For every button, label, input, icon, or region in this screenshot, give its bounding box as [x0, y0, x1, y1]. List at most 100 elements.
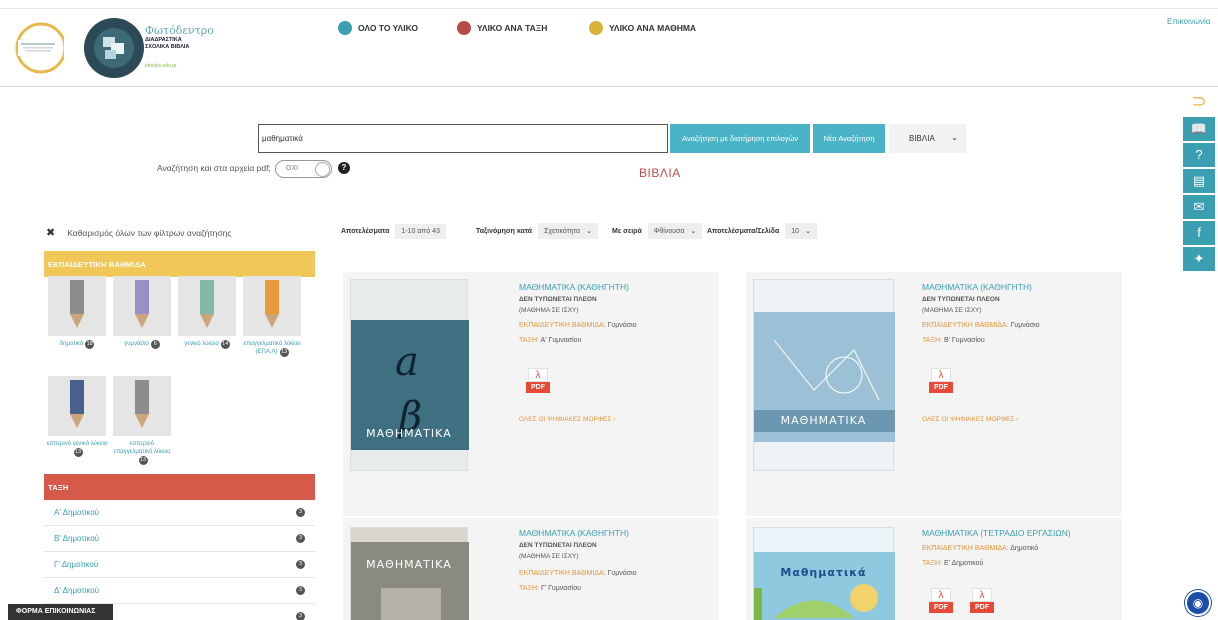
contact-link[interactable]: Επικοινωνία — [1167, 17, 1210, 26]
twitter-icon[interactable]: ✦ — [1183, 247, 1215, 271]
book-card[interactable]: Μαθηματικά ΜΑΘΗΜΑΤΙΚΑ (ΤΕΤΡΑΔΙΟ ΕΡΓΑΣΙΩΝ… — [746, 518, 1122, 620]
help-icon[interactable]: ? — [338, 162, 350, 174]
brand-url: ebooks.edu.gr — [145, 63, 177, 69]
nav-label: ΟΛΟ ΤΟ ΥΛΙΚΟ — [358, 23, 418, 33]
level-gymnasium[interactable]: γυμνάσιο 6 — [111, 276, 173, 349]
ministry-mini-logo[interactable]: ⊃ — [1189, 89, 1209, 113]
pencil-icon — [178, 276, 236, 336]
book-class: ΤΑΞΗ: Γ' Γυμνασίου — [519, 585, 581, 592]
book-cover[interactable]: ΜΑΘΗΜΑΤΙΚΑ — [753, 279, 895, 471]
all-formats-link[interactable]: ΟΛΕΣ ΟΙ ΨΗΦΙΑΚΕΣ ΜΟΡΦΕΣ › — [922, 416, 1018, 423]
nav-label: ΥΛΙΚΟ ΑΝΑ ΤΑΞΗ — [477, 23, 548, 33]
book-class: ΤΑΞΗ: Ε' Δημοτικού — [922, 560, 984, 567]
level-primary[interactable]: δημοτικό 18 — [46, 276, 108, 349]
book-title[interactable]: ΜΑΘΗΜΑΤΙΚΑ (ΤΕΤΡΑΔΙΟ ΕΡΓΑΣΙΩΝ) — [922, 528, 1071, 538]
book-level: ΕΚΠΑΙΔΕΥΤΙΚΗ ΒΑΘΜΙΔΑ: Δημοτικό — [922, 545, 1039, 552]
class-item[interactable]: Γ' Δημοτικού 3 — [44, 552, 315, 578]
level-evening-general-lyceum[interactable]: εσπερινό γενικό λύκειο13 — [46, 376, 108, 457]
contact-form-button[interactable]: ΦΟΡΜΑ ΕΠΙΚΟΙΝΩΝΙΑΣ — [8, 604, 113, 620]
count-badge: 13 — [138, 456, 148, 465]
book-note-2: (ΜΑΘΗΜΑ ΣΕ ΙΣΧΥ) — [922, 307, 982, 314]
facebook-icon[interactable]: f — [1183, 221, 1215, 245]
clear-filters-link[interactable]: ✖ Καθαρισμός όλων των φίλτρων αναζήτησης — [46, 226, 231, 239]
nav-material-by-class[interactable]: ΥΛΙΚΟ ΑΝΑ ΤΑΞΗ — [457, 21, 547, 35]
brand-title: Φωτόδεντρο — [145, 24, 214, 37]
count-badge: 14 — [220, 340, 230, 349]
count-badge: 3 — [296, 612, 305, 620]
header-divider — [0, 86, 1218, 87]
results-range: 1-10 από 43 — [395, 223, 446, 239]
level-label: εσπερινό επαγγελματικό λύκειο — [113, 441, 171, 455]
book-title[interactable]: ΜΑΘΗΜΑΤΙΚΑ (ΚΑΘΗΓΗΤΗ) — [519, 282, 629, 292]
level-vocational-lyceum[interactable]: επαγγελματικό λύκειο (ΕΠΑ.Λ) 13 — [241, 276, 303, 357]
toggle-label: ΟΧΙ — [286, 165, 299, 172]
book-class: ΤΑΞΗ: Α' Γυμνασίου — [519, 337, 582, 344]
ministry-logo[interactable] — [14, 22, 64, 74]
class-label: Γ' Δημοτικού — [54, 560, 99, 569]
teal-dot-icon — [338, 21, 352, 35]
per-page-select[interactable]: 10 ⌄ — [785, 223, 817, 239]
top-divider — [0, 8, 1218, 9]
book-card[interactable]: ΜΑΘΗΜΑΤΙΚΑ ΜΑΘΗΜΑΤΙΚΑ (ΚΑΘΗΓΗΤΗ) ΔΕΝ ΤΥΠ… — [343, 518, 719, 620]
yellow-dot-icon — [589, 21, 603, 35]
pdf-download-icon[interactable]: λ PDF — [929, 588, 953, 616]
chevron-down-icon: ⌄ — [586, 228, 592, 235]
new-search-button[interactable]: Νέα Αναζήτηση — [813, 124, 885, 153]
pdf-search-toggle[interactable]: ΟΧΙ — [275, 160, 332, 178]
book-cover[interactable]: a β ΜΑΘΗΜΑΤΙΚΑ — [350, 279, 469, 471]
per-page-control: Αποτελέσματα/Σελίδα 10 ⌄ — [707, 222, 817, 240]
class-label: Β' Δημοτικού — [54, 534, 100, 543]
order-label: Με σειρά — [612, 227, 642, 235]
count-badge: 3 — [296, 508, 305, 517]
search-keep-filters-button[interactable]: Αναζήτηση με διατήρηση επιλογών — [670, 124, 810, 153]
class-item[interactable]: Β' Δημοτικού 3 — [44, 526, 315, 552]
pencil-icon — [113, 276, 171, 336]
all-formats-link[interactable]: ΟΛΕΣ ΟΙ ΨΗΦΙΑΚΕΣ ΜΟΡΦΕΣ › — [519, 416, 615, 423]
count-badge: 18 — [85, 340, 95, 349]
document-icon[interactable]: ▤ — [1183, 169, 1215, 193]
nav-material-by-subject[interactable]: ΥΛΙΚΟ ΑΝΑ ΜΑΘΗΜΑ — [589, 21, 696, 35]
clear-filters-label: Καθαρισμός όλων των φίλτρων αναζήτησης — [67, 227, 232, 238]
nav-all-material[interactable]: ΟΛΟ ΤΟ ΥΛΙΚΟ — [338, 21, 418, 35]
book-card[interactable]: ΜΑΘΗΜΑΤΙΚΑ ΜΑΘΗΜΑΤΙΚΑ (ΚΑΘΗΓΗΤΗ) ΔΕΝ ΤΥΠ… — [746, 272, 1122, 516]
chevron-down-icon: ⌄ — [805, 228, 811, 235]
pdf-download-icon[interactable]: λ PDF — [929, 368, 953, 396]
class-item[interactable]: Α' Δημοτικού 3 — [44, 500, 315, 526]
level-evening-vocational-lyceum[interactable]: εσπερινό επαγγελματικό λύκειο13 — [111, 376, 173, 465]
book-note-2: (ΜΑΘΗΜΑ ΣΕ ΙΣΧΥ) — [519, 553, 579, 560]
level-general-lyceum[interactable]: γενικό λύκειο 14 — [176, 276, 238, 349]
book-card[interactable]: a β ΜΑΘΗΜΑΤΙΚΑ ΜΑΘΗΜΑΤΙΚΑ (ΚΑΘΗΓΗΤΗ) ΔΕΝ… — [343, 272, 719, 516]
svg-text:a: a — [395, 339, 419, 385]
search-input[interactable]: μαθηματικά — [258, 124, 668, 153]
level-label: γενικό λύκειο — [184, 341, 219, 347]
accessibility-icon[interactable]: ◉ — [1185, 590, 1211, 616]
mail-icon[interactable]: ✉ — [1183, 195, 1215, 219]
photodentro-logo[interactable] — [84, 18, 144, 78]
book-icon[interactable]: 📖 — [1183, 117, 1215, 141]
red-dot-icon — [457, 21, 471, 35]
sort-control: Ταξινόμηση κατά Σχετικότητα ⌄ — [476, 222, 598, 240]
book-cover[interactable]: Μαθηματικά — [753, 527, 895, 620]
class-label: Δ' Δημοτικού — [54, 586, 100, 595]
count-badge: 3 — [296, 586, 305, 595]
pencil-icon — [48, 276, 106, 336]
chevron-down-icon: ⌄ — [951, 133, 958, 142]
order-select[interactable]: Φθίνουσα ⌄ — [647, 223, 703, 239]
book-cover[interactable]: ΜΑΘΗΜΑΤΙΚΑ — [350, 527, 469, 620]
pdf-download-icon[interactable]: λ PDF — [526, 368, 550, 396]
book-level: ΕΚΠΑΙΔΕΥΤΙΚΗ ΒΑΘΜΙΔΑ: Γυμνάσιο — [922, 322, 1040, 329]
book-note: ΔΕΝ ΤΥΠΩΝΕΤΑΙ ΠΛΕΟΝ — [922, 296, 1000, 303]
class-filter-heading[interactable]: ΤΑΞΗ — [44, 474, 315, 500]
class-item[interactable]: Δ' Δημοτικού 3 — [44, 578, 315, 604]
pencil-icon — [113, 376, 171, 436]
chevron-down-icon: ⌄ — [690, 228, 697, 235]
help-icon[interactable]: ? — [1183, 143, 1215, 167]
book-title[interactable]: ΜΑΘΗΜΑΤΙΚΑ (ΚΑΘΗΓΗΤΗ) — [922, 282, 1032, 292]
book-title[interactable]: ΜΑΘΗΜΑΤΙΚΑ (ΚΑΘΗΓΗΤΗ) — [519, 528, 629, 538]
level-filter-heading[interactable]: ΕΚΠΑΙΔΕΥΤΙΚΗ ΒΑΘΜΙΔΑ — [44, 251, 315, 277]
book-class: ΤΑΞΗ: Β' Γυμνασίου — [922, 337, 985, 344]
sort-select[interactable]: Σχετικότητα ⌄ — [538, 223, 598, 239]
pdf-download-icon[interactable]: λ PDF — [970, 588, 994, 616]
type-select[interactable]: ΒΙΒΛΙΑ ⌄ — [889, 124, 966, 153]
book-level: ΕΚΠΑΙΔΕΥΤΙΚΗ ΒΑΘΜΙΔΑ: Γυμνάσιο — [519, 322, 637, 329]
